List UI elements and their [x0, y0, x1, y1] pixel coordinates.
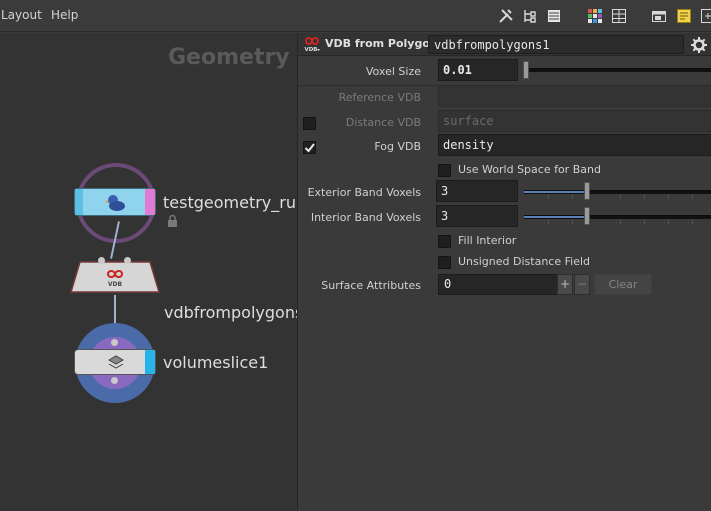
interior-band-slider-handle[interactable]: [584, 207, 590, 225]
clear-attributes-button[interactable]: Clear: [594, 274, 652, 295]
tick: [668, 220, 669, 224]
checkmark-icon: [304, 143, 315, 153]
node-type-label: VDB from Polygons: [325, 37, 445, 50]
volume-slice-icon: [107, 355, 125, 369]
gear-icon[interactable]: [690, 36, 708, 54]
menu-bar: Layout Help: [0, 0, 711, 32]
surface-attributes-label: Surface Attributes: [321, 279, 421, 292]
input-connector-2[interactable]: [124, 257, 131, 264]
fill-interior-checkbox[interactable]: [438, 235, 451, 248]
menu-help[interactable]: Help: [51, 8, 78, 22]
network-context-title: Geometry: [168, 45, 290, 70]
node-display-flag[interactable]: [145, 189, 155, 215]
tick: [692, 195, 693, 199]
tools-icon[interactable]: [498, 8, 514, 24]
fog-vdb-field[interactable]: density: [438, 134, 711, 156]
input-connector[interactable]: [111, 339, 118, 346]
tick: [644, 220, 645, 224]
voxel-size-field[interactable]: 0.01: [438, 59, 518, 81]
fill-interior-label: Fill Interior: [458, 234, 517, 247]
lock-icon: [168, 215, 177, 227]
exterior-band-label: Exterior Band Voxels: [307, 186, 421, 199]
interior-band-label: Interior Band Voxels: [310, 211, 421, 224]
rubber-toy-icon: [105, 195, 125, 211]
tick: [548, 220, 549, 224]
exterior-band-slider-fill: [524, 191, 586, 193]
surface-attributes-count-field[interactable]: 0: [438, 274, 558, 295]
note-icon[interactable]: [676, 8, 692, 24]
distance-vdb-field[interactable]: surface: [438, 110, 711, 132]
output-connector[interactable]: [111, 377, 118, 384]
voxel-size-label: Voxel Size: [365, 65, 421, 78]
exterior-band-slider-handle[interactable]: [584, 182, 590, 200]
tick: [572, 220, 573, 224]
tree-icon[interactable]: [522, 8, 538, 24]
use-world-space-label: Use World Space for Band: [458, 163, 601, 176]
node-label-testgeometry[interactable]: testgeometry_rub: [163, 193, 297, 212]
node-label-volumeslice[interactable]: volumeslice1: [163, 353, 268, 372]
interior-band-slider-fill: [524, 216, 586, 218]
type-badge: VDB: [304, 47, 317, 53]
node-body[interactable]: [74, 188, 156, 216]
tick: [692, 220, 693, 224]
distance-vdb-checkbox[interactable]: [303, 117, 316, 130]
tick: [572, 195, 573, 199]
input-connector-1[interactable]: [98, 257, 105, 264]
parameter-editor: VDB VDB from Polygons vdbfrompolygons1 V…: [297, 33, 711, 511]
node-name-field[interactable]: vdbfrompolygons1: [428, 35, 684, 54]
voxel-size-slider-handle[interactable]: [523, 61, 529, 79]
add-attribute-button[interactable]: +: [557, 274, 573, 295]
parameter-header: VDB VDB from Polygons vdbfrompolygons1: [298, 33, 711, 56]
fog-vdb-label: Fog VDB: [374, 140, 421, 153]
expand-icon[interactable]: [700, 8, 711, 24]
distance-vdb-label: Distance VDB: [345, 116, 421, 129]
list-icon[interactable]: [546, 8, 562, 24]
voxel-size-slider[interactable]: [524, 68, 711, 72]
grid-icon[interactable]: [611, 8, 627, 24]
remove-attribute-button[interactable]: −: [574, 274, 590, 295]
tick: [620, 195, 621, 199]
reference-vdb-label: Reference VDB: [338, 91, 421, 104]
tick: [644, 195, 645, 199]
reference-vdb-field[interactable]: [438, 85, 711, 107]
tick: [668, 195, 669, 199]
interior-band-field[interactable]: 3: [436, 205, 518, 227]
menu-layout[interactable]: Layout: [1, 8, 42, 22]
fog-vdb-checkbox[interactable]: [303, 141, 316, 154]
node-body[interactable]: [74, 349, 156, 375]
exterior-band-field[interactable]: 3: [436, 180, 518, 202]
tick: [548, 195, 549, 199]
use-world-space-checkbox[interactable]: [438, 164, 451, 177]
unsigned-distance-label: Unsigned Distance Field: [458, 255, 590, 268]
vdb-icon: VDB: [106, 270, 124, 287]
tick: [620, 220, 621, 224]
window-icon[interactable]: [651, 8, 667, 24]
unsigned-distance-checkbox[interactable]: [438, 256, 451, 269]
vdb-node-type-icon[interactable]: VDB: [303, 35, 321, 53]
grid-color-icon[interactable]: [587, 8, 603, 24]
node-display-flag[interactable]: [145, 350, 155, 374]
svg-text:VDB: VDB: [108, 281, 123, 287]
node-label-vdbfrompolygons[interactable]: vdbfrompolygons: [164, 303, 297, 322]
network-editor[interactable]: Geometry testgeometry_rub VDB vdbfrompol…: [0, 33, 297, 511]
node-bypass-flag[interactable]: [75, 189, 83, 215]
